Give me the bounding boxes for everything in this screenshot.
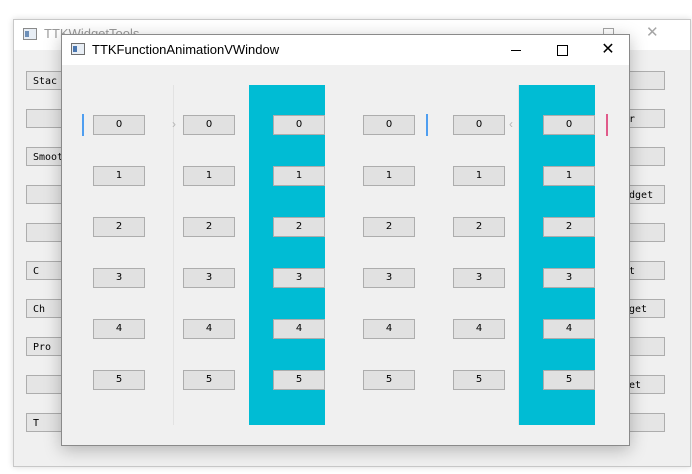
group-3-button-0[interactable]: 0	[273, 115, 325, 135]
group-6-button-2[interactable]: 2	[543, 217, 595, 237]
app-window-icon	[23, 28, 37, 40]
group-2-button-2[interactable]: 2	[183, 217, 235, 237]
group-1-button-5[interactable]: 5	[93, 370, 145, 390]
selection-indicator	[426, 114, 428, 136]
group-2-button-3[interactable]: 3	[183, 268, 235, 288]
group-2-button-4[interactable]: 4	[183, 319, 235, 339]
group-4-button-2[interactable]: 2	[363, 217, 415, 237]
close-icon[interactable]: ✕	[646, 25, 659, 40]
animation-content-area: › ‹ 0 1 2 3 4 5 0 1 2 3 4 5 0 1 2 3 4 5 0 1 2 3 4 5 0 1 2 3 4 5 0 1 2 3 4 5	[62, 65, 629, 445]
group-6-button-4[interactable]: 4	[543, 319, 595, 339]
column-divider	[173, 85, 174, 425]
chevron-right-icon: ›	[172, 117, 176, 131]
minimize-icon	[511, 49, 521, 51]
group-1-button-4[interactable]: 4	[93, 319, 145, 339]
maximize-icon	[556, 44, 568, 56]
window-titlebar[interactable]: TTKFunctionAnimationVWindow ✕	[62, 35, 629, 65]
maximize-button[interactable]	[539, 35, 585, 65]
selection-indicator	[82, 114, 84, 136]
group-3-button-3[interactable]: 3	[273, 268, 325, 288]
group-1-button-3[interactable]: 3	[93, 268, 145, 288]
group-6-button-1[interactable]: 1	[543, 166, 595, 186]
group-4-button-1[interactable]: 1	[363, 166, 415, 186]
group-5-button-4[interactable]: 4	[453, 319, 505, 339]
group-2-button-5[interactable]: 5	[183, 370, 235, 390]
group-4-button-0[interactable]: 0	[363, 115, 415, 135]
group-3-button-4[interactable]: 4	[273, 319, 325, 339]
group-5-button-3[interactable]: 3	[453, 268, 505, 288]
group-6-button-0[interactable]: 0	[543, 115, 595, 135]
group-6-button-5[interactable]: 5	[543, 370, 595, 390]
group-4-button-3[interactable]: 3	[363, 268, 415, 288]
group-1-button-0[interactable]: 0	[93, 115, 145, 135]
group-3-button-1[interactable]: 1	[273, 166, 325, 186]
app-window-icon	[71, 43, 85, 55]
group-4-button-5[interactable]: 5	[363, 370, 415, 390]
group-5-button-0[interactable]: 0	[453, 115, 505, 135]
group-1-button-1[interactable]: 1	[93, 166, 145, 186]
group-6-button-3[interactable]: 3	[543, 268, 595, 288]
group-1-button-2[interactable]: 2	[93, 217, 145, 237]
close-button[interactable]: ✕	[585, 35, 631, 65]
group-5-button-5[interactable]: 5	[453, 370, 505, 390]
window-title: TTKFunctionAnimationVWindow	[92, 42, 280, 57]
close-icon: ✕	[601, 41, 615, 58]
selection-indicator	[606, 114, 608, 136]
group-2-button-1[interactable]: 1	[183, 166, 235, 186]
group-5-button-2[interactable]: 2	[453, 217, 505, 237]
minimize-button[interactable]	[493, 35, 539, 65]
desktop: TTKWidgetTools ✕ StacSmootCChProTeridget…	[0, 0, 692, 474]
group-3-button-5[interactable]: 5	[273, 370, 325, 390]
function-animation-window[interactable]: TTKFunctionAnimationVWindow ✕ › ‹ 0 1 2 3 4 5	[61, 34, 630, 446]
chevron-left-icon: ‹	[509, 117, 513, 131]
group-4-button-4[interactable]: 4	[363, 319, 415, 339]
group-2-button-0[interactable]: 0	[183, 115, 235, 135]
group-5-button-1[interactable]: 1	[453, 166, 505, 186]
group-3-button-2[interactable]: 2	[273, 217, 325, 237]
